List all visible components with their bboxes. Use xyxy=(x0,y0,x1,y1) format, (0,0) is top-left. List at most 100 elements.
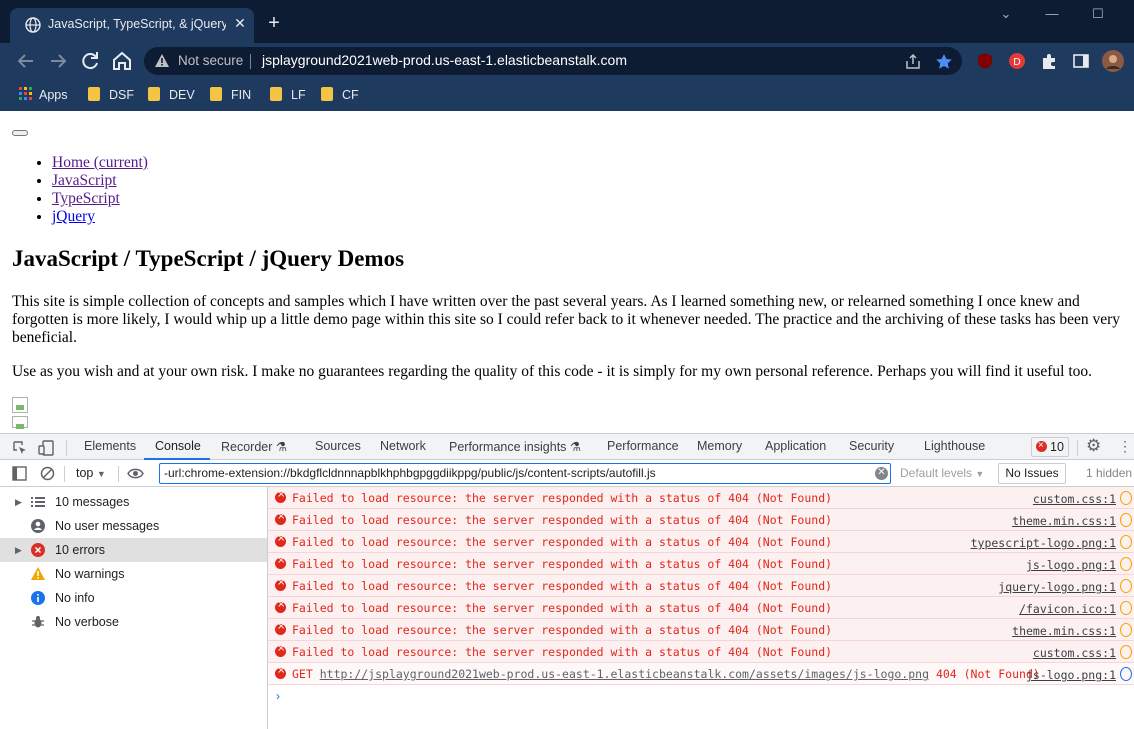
tab-search-chevron-icon[interactable]: ⌄ xyxy=(995,6,1017,24)
side-panel-icon[interactable] xyxy=(1072,52,1090,70)
sidebar-item-user-messages[interactable]: No user messages xyxy=(0,514,267,538)
tab-elements[interactable]: Elements xyxy=(84,439,136,453)
source-link[interactable]: /favicon.ico:1 xyxy=(1019,602,1116,616)
navbar-toggle-button[interactable] xyxy=(12,130,28,136)
http-status: 404 (Not Found) xyxy=(935,667,1040,681)
profile-avatar-icon[interactable] xyxy=(1102,50,1124,72)
http-method: GET xyxy=(292,667,313,681)
bookmark-folder-lf[interactable]: LF xyxy=(270,86,306,104)
tab-console[interactable]: Console xyxy=(155,439,201,453)
tab-lighthouse[interactable]: Lighthouse xyxy=(924,439,985,453)
more-options-icon[interactable]: ⋮ xyxy=(1118,438,1132,455)
minimize-icon[interactable]: — xyxy=(1041,6,1063,24)
bookmark-folder-fin[interactable]: FIN xyxy=(210,86,251,104)
issues-button[interactable]: No Issues xyxy=(998,463,1066,484)
bookmark-label: CF xyxy=(342,88,359,102)
error-text: Failed to load resource: the server resp… xyxy=(292,601,833,615)
clear-filter-icon[interactable]: ✕ xyxy=(875,467,888,480)
sidebar-item-errors[interactable]: ▶ 10 errors xyxy=(0,538,267,562)
sidebar-item-warnings[interactable]: No warnings xyxy=(0,562,267,586)
error-icon xyxy=(31,543,45,557)
device-toolbar-icon[interactable] xyxy=(38,439,56,457)
bookmark-apps[interactable]: Apps xyxy=(19,86,68,104)
tab-label: Recorder xyxy=(221,440,273,454)
expand-arrow-icon[interactable]: ▶ xyxy=(15,538,22,562)
source-link[interactable]: theme.min.css:1 xyxy=(1012,514,1116,528)
ublock-shield-icon[interactable] xyxy=(976,52,994,70)
nav-link-typescript[interactable]: TypeScript xyxy=(52,190,120,207)
console-prompt-icon[interactable]: › xyxy=(276,689,280,703)
inspect-element-icon[interactable] xyxy=(12,440,28,456)
tab-application[interactable]: Application xyxy=(765,439,826,453)
source-link[interactable]: theme.min.css:1 xyxy=(1012,624,1116,638)
tab-sources[interactable]: Sources xyxy=(315,439,361,453)
request-url-link[interactable]: http://jsplayground2021web-prod.us-east-… xyxy=(320,667,929,681)
sidebar-item-info[interactable]: No info xyxy=(0,586,267,610)
settings-gear-icon[interactable]: ⚙ xyxy=(1086,436,1101,456)
console-error-row[interactable]: Failed to load resource: the server resp… xyxy=(268,597,1134,619)
home-icon[interactable] xyxy=(110,49,134,73)
tab-performance-insights[interactable]: Performance insights ⚗ xyxy=(449,439,581,454)
back-arrow-icon[interactable] xyxy=(14,49,38,73)
source-link[interactable]: js-logo.png:1 xyxy=(1026,668,1116,682)
console-error-row[interactable]: Failed to load resource: the server resp… xyxy=(268,509,1134,531)
nav-item: JavaScript xyxy=(52,172,148,190)
bookmark-folder-cf[interactable]: CF xyxy=(321,86,359,104)
bookmark-folder-dsf[interactable]: DSF xyxy=(88,86,134,104)
tab-memory[interactable]: Memory xyxy=(697,439,742,453)
nav-link-jquery[interactable]: jQuery xyxy=(52,208,95,225)
source-link[interactable]: custom.css:1 xyxy=(1033,492,1116,506)
tab-performance[interactable]: Performance xyxy=(607,439,679,453)
forward-arrow-icon[interactable] xyxy=(46,49,70,73)
source-link[interactable]: js-logo.png:1 xyxy=(1026,558,1116,572)
console-error-row[interactable]: Failed to load resource: the server resp… xyxy=(268,487,1134,509)
site-nav: Home (current) JavaScript TypeScript jQu… xyxy=(52,154,148,226)
maximize-icon[interactable]: ☐ xyxy=(1087,6,1109,24)
new-tab-button[interactable]: + xyxy=(263,12,285,34)
live-expression-eye-icon[interactable] xyxy=(127,467,144,480)
extension-d-icon[interactable]: D xyxy=(1008,52,1026,70)
source-link[interactable]: jquery-logo.png:1 xyxy=(998,580,1116,594)
console-error-row[interactable]: Failed to load resource: the server resp… xyxy=(268,553,1134,575)
url-text[interactable]: jsplayground2021web-prod.us-east-1.elast… xyxy=(262,52,627,68)
nav-link-javascript[interactable]: JavaScript xyxy=(52,172,117,189)
error-text: Failed to load resource: the server resp… xyxy=(292,513,833,527)
network-error-text: GET http://jsplayground2021web-prod.us-e… xyxy=(292,667,1040,681)
context-selector[interactable]: top ▼ xyxy=(76,466,106,480)
nav-item: Home (current) xyxy=(52,154,148,172)
console-error-row[interactable]: Failed to load resource: the server resp… xyxy=(268,619,1134,641)
console-error-row[interactable]: Failed to load resource: the server resp… xyxy=(268,531,1134,553)
share-icon[interactable] xyxy=(904,53,922,71)
source-link[interactable]: typescript-logo.png:1 xyxy=(971,536,1116,550)
nav-item: jQuery xyxy=(52,208,148,226)
clear-console-icon[interactable] xyxy=(40,466,55,481)
sidebar-item-messages[interactable]: ▶ 10 messages xyxy=(0,490,267,514)
log-levels-dropdown[interactable]: Default levels ▼ xyxy=(900,466,984,480)
dropdown-triangle-icon: ▼ xyxy=(975,469,985,479)
source-file-icon xyxy=(1120,579,1132,593)
console-filter-input[interactable]: -url:chrome-extension://bkdgflcldnnnapbl… xyxy=(159,463,891,484)
reload-icon[interactable] xyxy=(78,49,102,73)
sidebar-toggle-icon[interactable] xyxy=(12,466,27,481)
tab-close-icon[interactable]: ✕ xyxy=(231,14,249,32)
warning-triangle-icon[interactable] xyxy=(154,53,170,69)
puzzle-extensions-icon[interactable] xyxy=(1040,52,1058,70)
error-count-badge[interactable]: 10 xyxy=(1031,437,1069,457)
console-error-row[interactable]: Failed to load resource: the server resp… xyxy=(268,641,1134,663)
source-link[interactable]: custom.css:1 xyxy=(1033,646,1116,660)
bookmark-folder-dev[interactable]: DEV xyxy=(148,86,195,104)
console-error-row[interactable]: Failed to load resource: the server resp… xyxy=(268,575,1134,597)
tab-security[interactable]: Security xyxy=(849,439,894,453)
tab-network[interactable]: Network xyxy=(380,439,426,453)
error-icon xyxy=(275,621,286,635)
sidebar-item-verbose[interactable]: No verbose xyxy=(0,610,267,634)
svg-text:D: D xyxy=(1013,57,1021,68)
nav-link-home[interactable]: Home (current) xyxy=(52,154,148,171)
console-network-error-row[interactable]: GET http://jsplayground2021web-prod.us-e… xyxy=(268,663,1134,685)
address-bar[interactable]: Not secure jsplayground2021web-prod.us-e… xyxy=(144,47,962,75)
expand-arrow-icon[interactable]: ▶ xyxy=(15,490,22,514)
tab-recorder[interactable]: Recorder ⚗ xyxy=(221,439,287,454)
browser-tab[interactable]: JavaScript, TypeScript, & jQuery Demos ✕ xyxy=(10,8,254,43)
bookmark-star-icon[interactable] xyxy=(935,53,953,71)
not-secure-label[interactable]: Not secure xyxy=(178,53,243,68)
